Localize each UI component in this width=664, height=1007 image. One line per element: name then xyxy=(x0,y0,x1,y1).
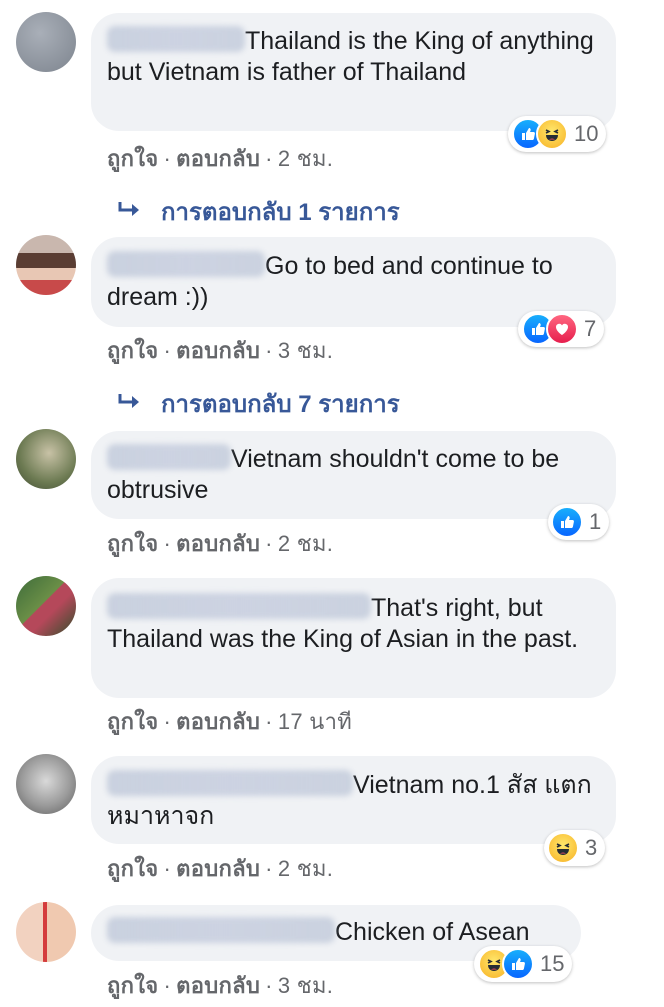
separator-dot: · xyxy=(163,973,172,998)
reaction-summary[interactable]: 3 xyxy=(544,830,606,866)
separator-dot: · xyxy=(163,146,172,171)
reaction-count: 1 xyxy=(589,509,602,534)
avatar[interactable] xyxy=(16,235,76,295)
reply-link[interactable]: ตอบกลับ xyxy=(176,338,260,363)
reply-arrow-icon xyxy=(117,199,147,227)
comment-bubble: Vietnam no.1 สัส แตกหมาหาจก xyxy=(91,756,616,844)
reaction-summary[interactable]: 7 xyxy=(518,311,605,347)
replies-count-label: การตอบกลับ 1 รายการ xyxy=(161,199,400,226)
avatar[interactable] xyxy=(16,12,76,72)
haha-reaction-icon xyxy=(547,832,579,864)
like-link[interactable]: ถูกใจ xyxy=(107,338,158,363)
like-link[interactable]: ถูกใจ xyxy=(107,531,158,556)
separator-dot: · xyxy=(265,338,273,363)
comment-actions: ถูกใจ · ตอบกลับ · 3 ชม. xyxy=(107,333,333,368)
timestamp[interactable]: 3 ชม. xyxy=(278,973,333,998)
blurred-author-name[interactable] xyxy=(107,251,265,277)
timestamp[interactable]: 3 ชม. xyxy=(278,338,333,363)
reply-link[interactable]: ตอบกลับ xyxy=(176,973,260,998)
timestamp[interactable]: 2 ชม. xyxy=(278,856,333,881)
reaction-summary[interactable]: 10 xyxy=(508,116,607,152)
reaction-count: 7 xyxy=(584,316,597,341)
like-link[interactable]: ถูกใจ xyxy=(107,856,158,881)
comment-actions: ถูกใจ · ตอบกลับ · 3 ชม. xyxy=(107,968,333,1003)
like-reaction-icon xyxy=(502,948,534,980)
reaction-summary[interactable]: 15 xyxy=(474,946,573,982)
separator-dot: · xyxy=(163,338,172,363)
love-reaction-icon xyxy=(546,313,578,345)
timestamp[interactable]: 2 ชม. xyxy=(278,146,333,171)
reply-arrow-icon xyxy=(117,391,147,419)
blurred-author-name[interactable] xyxy=(107,444,231,470)
avatar[interactable] xyxy=(16,429,76,489)
reaction-count: 3 xyxy=(585,835,598,860)
comment-bubble: Thailand is the King of anything but Vie… xyxy=(91,13,616,131)
comment-bubble: That's right, but Thailand was the King … xyxy=(91,578,616,698)
separator-dot: · xyxy=(265,709,273,734)
comment-actions: ถูกใจ · ตอบกลับ · 17 นาที xyxy=(107,704,352,739)
like-link[interactable]: ถูกใจ xyxy=(107,146,158,171)
blurred-author-name[interactable] xyxy=(107,770,353,796)
comment-bubble: Vietnam shouldn't come to be obtrusive xyxy=(91,431,616,519)
reply-link[interactable]: ตอบกลับ xyxy=(176,146,260,171)
view-replies-link[interactable]: การตอบกลับ 7 รายการ xyxy=(117,384,400,423)
blurred-author-name[interactable] xyxy=(107,26,245,52)
blurred-author-name[interactable] xyxy=(107,917,335,943)
separator-dot: · xyxy=(265,531,273,556)
separator-dot: · xyxy=(265,973,273,998)
reaction-count: 10 xyxy=(574,121,599,146)
avatar[interactable] xyxy=(16,754,76,814)
replies-count-label: การตอบกลับ 7 รายการ xyxy=(161,391,400,418)
view-replies-link[interactable]: การตอบกลับ 1 รายการ xyxy=(117,192,400,231)
haha-reaction-icon xyxy=(536,118,568,150)
reply-link[interactable]: ตอบกลับ xyxy=(176,709,260,734)
like-link[interactable]: ถูกใจ xyxy=(107,709,158,734)
separator-dot: · xyxy=(265,146,273,171)
reaction-count: 15 xyxy=(540,951,565,976)
comment-actions: ถูกใจ · ตอบกลับ · 2 ชม. xyxy=(107,851,333,886)
separator-dot: · xyxy=(163,709,172,734)
reply-link[interactable]: ตอบกลับ xyxy=(176,531,260,556)
separator-dot: · xyxy=(163,856,172,881)
separator-dot: · xyxy=(163,531,172,556)
comment-text: Chicken of Asean xyxy=(335,918,530,946)
blurred-author-name[interactable] xyxy=(107,593,371,619)
comment-actions: ถูกใจ · ตอบกลับ · 2 ชม. xyxy=(107,526,333,561)
separator-dot: · xyxy=(265,856,273,881)
like-reaction-icon xyxy=(551,506,583,538)
like-link[interactable]: ถูกใจ xyxy=(107,973,158,998)
avatar[interactable] xyxy=(16,576,76,636)
avatar[interactable] xyxy=(16,902,76,962)
reply-link[interactable]: ตอบกลับ xyxy=(176,856,260,881)
timestamp[interactable]: 17 นาที xyxy=(278,709,352,734)
timestamp[interactable]: 2 ชม. xyxy=(278,531,333,556)
reaction-summary[interactable]: 1 xyxy=(548,504,610,540)
comment-actions: ถูกใจ · ตอบกลับ · 2 ชม. xyxy=(107,141,333,176)
